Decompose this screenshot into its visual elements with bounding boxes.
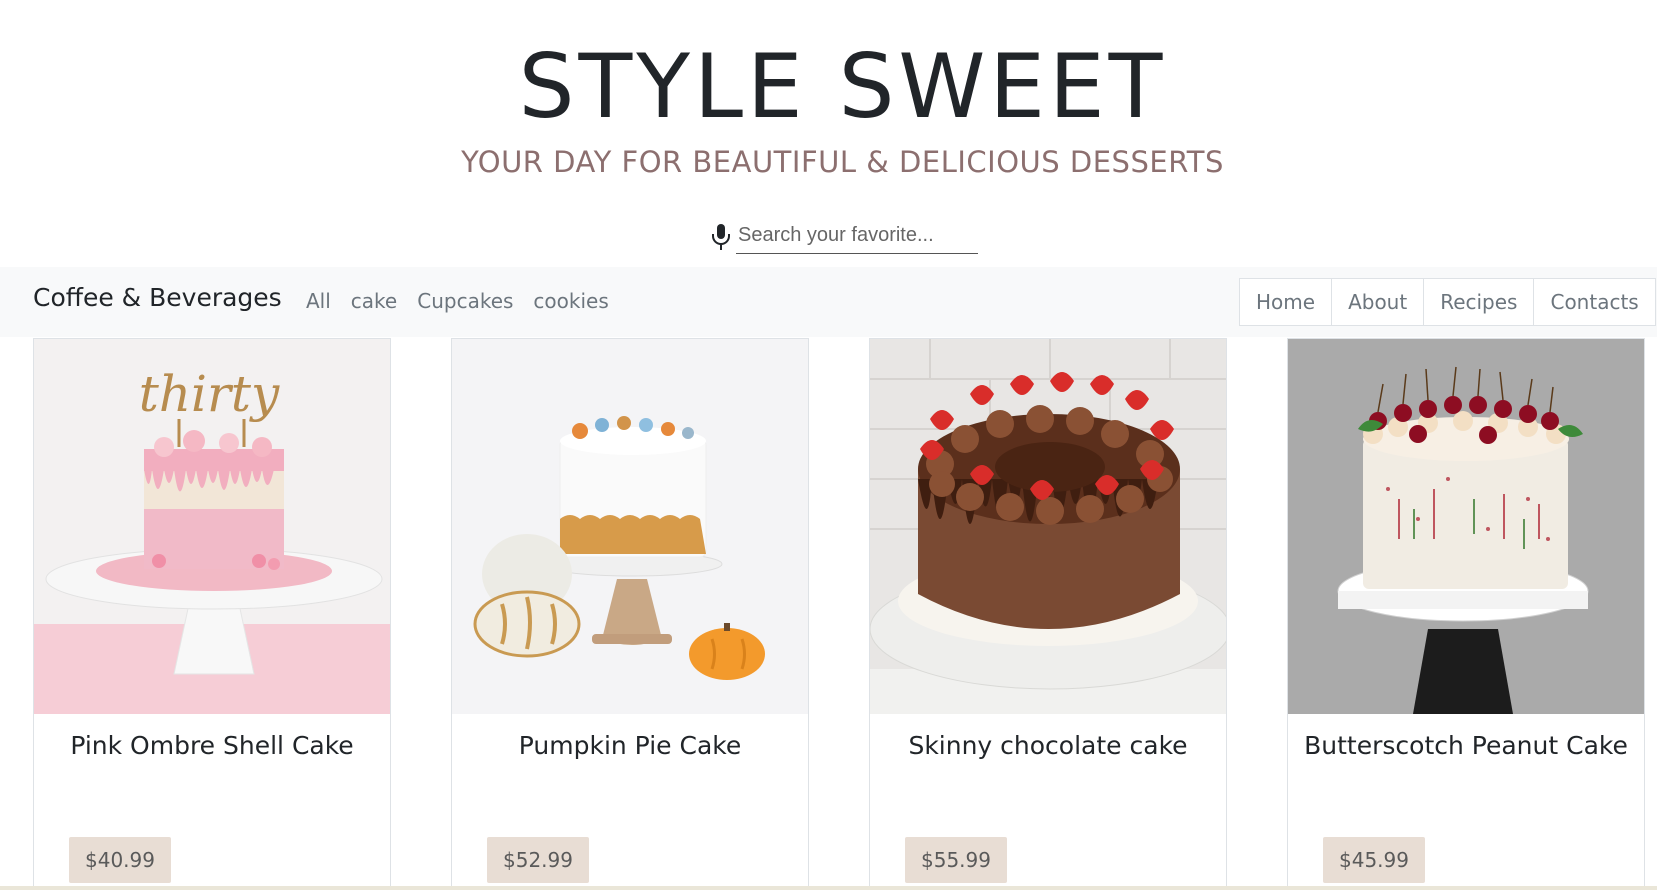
navbar: Coffee & Beverages All cake Cupcakes coo… [0,267,1657,337]
price-badge[interactable]: $45.99 [1323,837,1425,883]
product-title: Butterscotch Peanut Cake [1304,731,1628,760]
price-badge[interactable]: $40.99 [69,837,171,883]
filter-all[interactable]: All [306,289,331,313]
filter-cookies[interactable]: cookies [533,289,608,313]
filter-cupcakes[interactable]: Cupcakes [417,289,513,313]
product-title: Pink Ombre Shell Cake [70,731,354,760]
pink-ombre-cake-image: thirty [34,339,390,714]
nav-contacts[interactable]: Contacts [1533,279,1654,325]
page-bottom-border [0,886,1657,890]
site-tagline: YOUR DAY FOR BEAUTIFUL & DELICIOUS DESSE… [461,145,1224,179]
main-nav: Home About Recipes Contacts [1239,278,1656,326]
product-title: Skinny chocolate cake [908,731,1188,760]
product-card[interactable]: Pumpkin Pie Cake $52.99 [451,338,809,890]
svg-text:thirty: thirty [139,365,280,423]
nav-recipes[interactable]: Recipes [1423,279,1533,325]
navbar-brand[interactable]: Coffee & Beverages [33,283,282,312]
microphone-icon[interactable] [710,223,732,251]
price-badge[interactable]: $55.99 [905,837,1007,883]
search-bar [710,218,980,256]
product-card[interactable]: Skinny chocolate cake $55.99 [869,338,1227,890]
site-title: STYLE SWEET [518,35,1167,138]
nav-home[interactable]: Home [1240,279,1331,325]
page: STYLE SWEET YOUR DAY FOR BEAUTIFUL & DEL… [0,0,1657,890]
search-input[interactable] [736,218,978,254]
pumpkin-pie-cake-image [452,339,808,714]
nav-about[interactable]: About [1331,279,1423,325]
filter-cake[interactable]: cake [351,289,397,313]
product-card[interactable]: Butterscotch Peanut Cake $45.99 [1287,338,1645,890]
chocolate-cake-image [870,339,1226,714]
product-card[interactable]: thirty Pink Ombre Shell Cake $40.99 [33,338,391,890]
category-filters: All cake Cupcakes cookies [306,289,609,313]
butterscotch-cake-image [1288,339,1644,714]
product-title: Pumpkin Pie Cake [518,731,742,760]
price-badge[interactable]: $52.99 [487,837,589,883]
